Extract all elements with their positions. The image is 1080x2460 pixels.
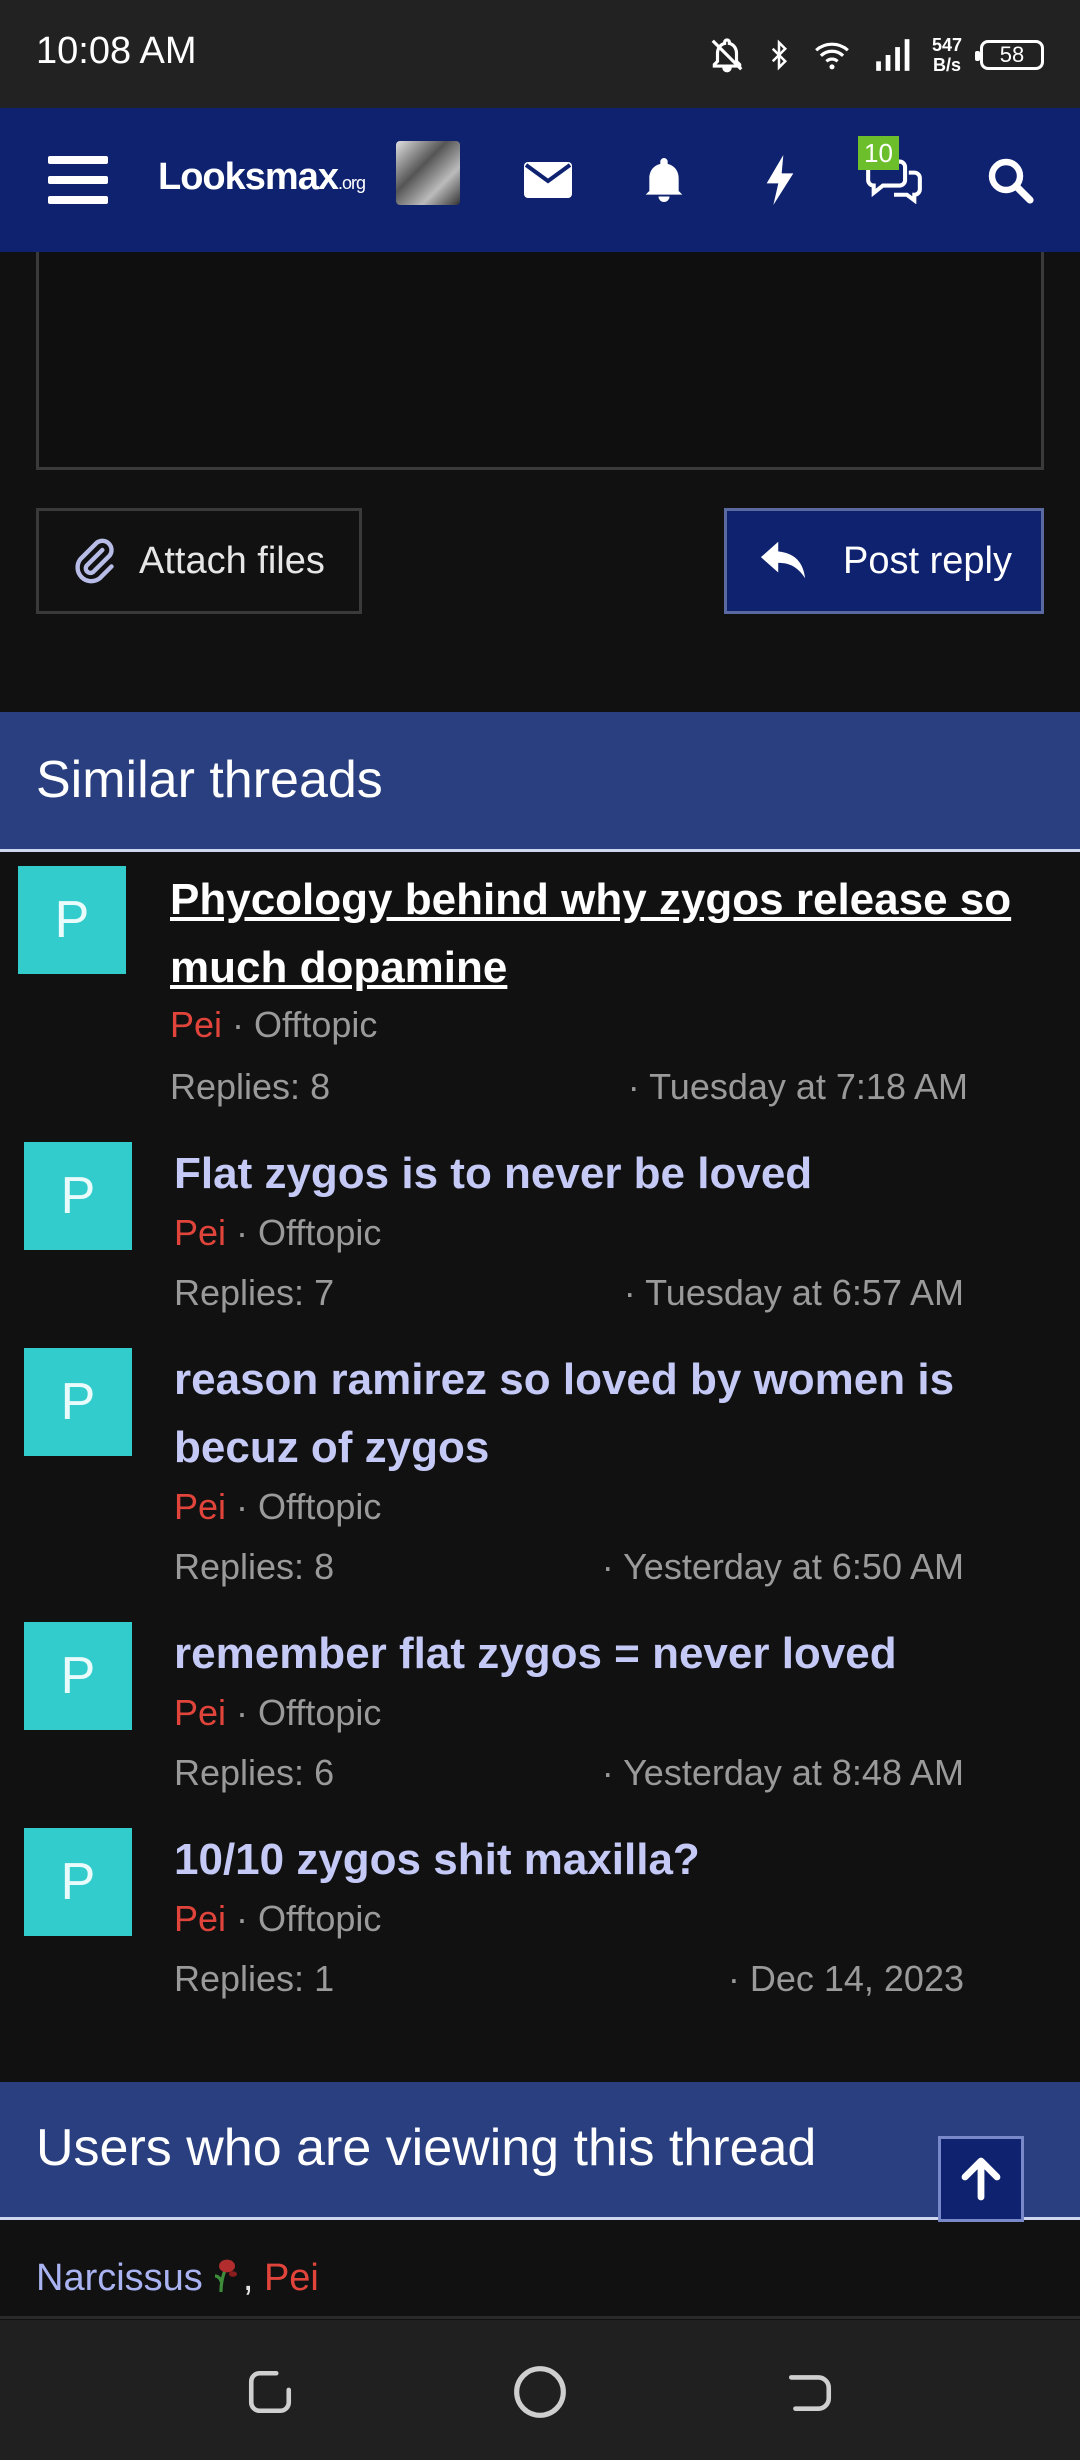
net-speed: 547 B/s <box>931 35 962 75</box>
back-button[interactable] <box>782 2364 838 2420</box>
similar-threads-title: Similar threads <box>36 751 383 809</box>
system-navigation-bar <box>0 2320 1080 2460</box>
thread-avatar[interactable]: P <box>24 1142 132 1250</box>
status-bar: 10:08 AM 547 B/s 58 <box>0 0 1080 108</box>
thread-forum[interactable]: Offtopic <box>258 1898 381 1939</box>
thread-title-link[interactable]: 10/10 zygos shit maxilla? <box>174 1826 1054 1894</box>
signal-icon <box>876 39 910 71</box>
viewer-user-link[interactable]: Narcissus <box>36 2257 203 2299</box>
thread-avatar[interactable]: P <box>24 1828 132 1936</box>
reply-editor[interactable] <box>36 252 1044 470</box>
home-button[interactable] <box>512 2364 568 2420</box>
thread-date[interactable]: · Tuesday at 6:57 AM <box>624 1272 964 1314</box>
post-reply-button[interactable]: Post reply <box>724 508 1044 614</box>
inbox-button[interactable] <box>520 108 576 252</box>
thread-replies: Replies: 7 <box>174 1272 335 1313</box>
reply-icon <box>760 541 806 579</box>
thread-avatar[interactable]: P <box>18 866 126 974</box>
thread-forum[interactable]: Offtopic <box>258 1486 381 1527</box>
attach-files-button[interactable]: Attach files <box>36 508 362 614</box>
alerts-button[interactable] <box>638 108 690 252</box>
mail-icon <box>524 162 572 198</box>
recent-apps-button[interactable] <box>242 2364 298 2420</box>
thread-forum[interactable]: Offtopic <box>258 1692 381 1733</box>
attach-files-label: Attach files <box>139 539 325 582</box>
thread-date[interactable]: · Tuesday at 7:18 AM <box>628 1066 968 1108</box>
thread-title-link[interactable]: Phycology behind why zygos release so mu… <box>170 866 1050 1002</box>
thread-replies: Replies: 1 <box>174 1958 335 1999</box>
thread-author[interactable]: Pei <box>170 1004 222 1045</box>
back-icon <box>788 2375 832 2411</box>
thread-meta: Pei · Offtopic <box>174 1898 382 1939</box>
thread-avatar[interactable]: P <box>24 1348 132 1456</box>
home-circle-icon <box>514 2366 566 2418</box>
do-not-disturb-icon <box>711 38 743 73</box>
site-logo[interactable]: Looksmax.org <box>158 156 366 199</box>
thread-replies: Replies: 8 <box>174 1546 335 1587</box>
arrow-up-icon <box>961 2157 1001 2201</box>
thread-forum[interactable]: Offtopic <box>258 1212 381 1253</box>
bell-icon <box>645 158 683 202</box>
search-button[interactable] <box>984 108 1036 252</box>
similar-threads-header: Similar threads <box>0 712 1080 852</box>
status-time: 10:08 AM <box>36 30 197 72</box>
thread-replies: Replies: 6 <box>174 1752 335 1793</box>
thread-title-link[interactable]: remember flat zygos = never loved <box>174 1620 1054 1688</box>
battery-indicator: 58 <box>975 40 1044 70</box>
conversations-badge: 10 <box>858 136 899 170</box>
thread-title-link[interactable]: reason ramirez so loved by women is becu… <box>174 1346 1054 1482</box>
bluetooth-icon <box>771 39 787 71</box>
conversations-button[interactable] <box>866 108 922 252</box>
thread-meta: Pei · Offtopic <box>174 1692 382 1733</box>
thread-author[interactable]: Pei <box>174 1212 226 1253</box>
thread-meta: Pei · Offtopic <box>170 1004 378 1045</box>
thread-date[interactable]: · Dec 14, 2023 <box>728 1958 964 2000</box>
thread-date[interactable]: · Yesterday at 8:48 AM <box>602 1752 964 1794</box>
thread-author[interactable]: Pei <box>174 1898 226 1939</box>
recent-apps-icon <box>248 2370 292 2414</box>
thread-meta: Pei · Offtopic <box>174 1486 382 1527</box>
avatar[interactable] <box>396 141 460 205</box>
thread-author[interactable]: Pei <box>174 1692 226 1733</box>
search-icon <box>988 158 1034 204</box>
menu-button[interactable] <box>40 108 116 252</box>
menu-icon <box>48 156 108 204</box>
viewing-users-title: Users who are viewing this thread <box>36 2119 817 2177</box>
post-reply-label: Post reply <box>843 539 1012 582</box>
wifi-icon <box>815 42 849 70</box>
viewer-user-link[interactable]: Pei <box>264 2257 319 2299</box>
top-navbar: Looksmax.org 10 <box>0 108 1080 252</box>
thread-date[interactable]: · Yesterday at 6:50 AM <box>602 1546 964 1588</box>
paperclip-icon <box>75 538 114 584</box>
viewing-users-list: Narcissus, Pei <box>36 2257 319 2299</box>
thread-forum[interactable]: Offtopic <box>254 1004 377 1045</box>
thread-meta: Pei · Offtopic <box>174 1212 382 1253</box>
bolt-icon <box>766 155 794 205</box>
thread-title-link[interactable]: Flat zygos is to never be loved <box>174 1140 1054 1208</box>
status-icons: 547 B/s 58 <box>708 30 1044 80</box>
thread-avatar[interactable]: P <box>24 1622 132 1730</box>
footer-divider <box>0 2316 1080 2319</box>
viewing-users-header: Users who are viewing this thread <box>0 2082 1080 2220</box>
thread-replies: Replies: 8 <box>170 1066 331 1107</box>
wilted-rose-icon <box>214 2259 237 2293</box>
thread-author[interactable]: Pei <box>174 1486 226 1527</box>
whats-new-button[interactable] <box>758 108 802 252</box>
scroll-to-top-button[interactable] <box>938 2136 1024 2222</box>
